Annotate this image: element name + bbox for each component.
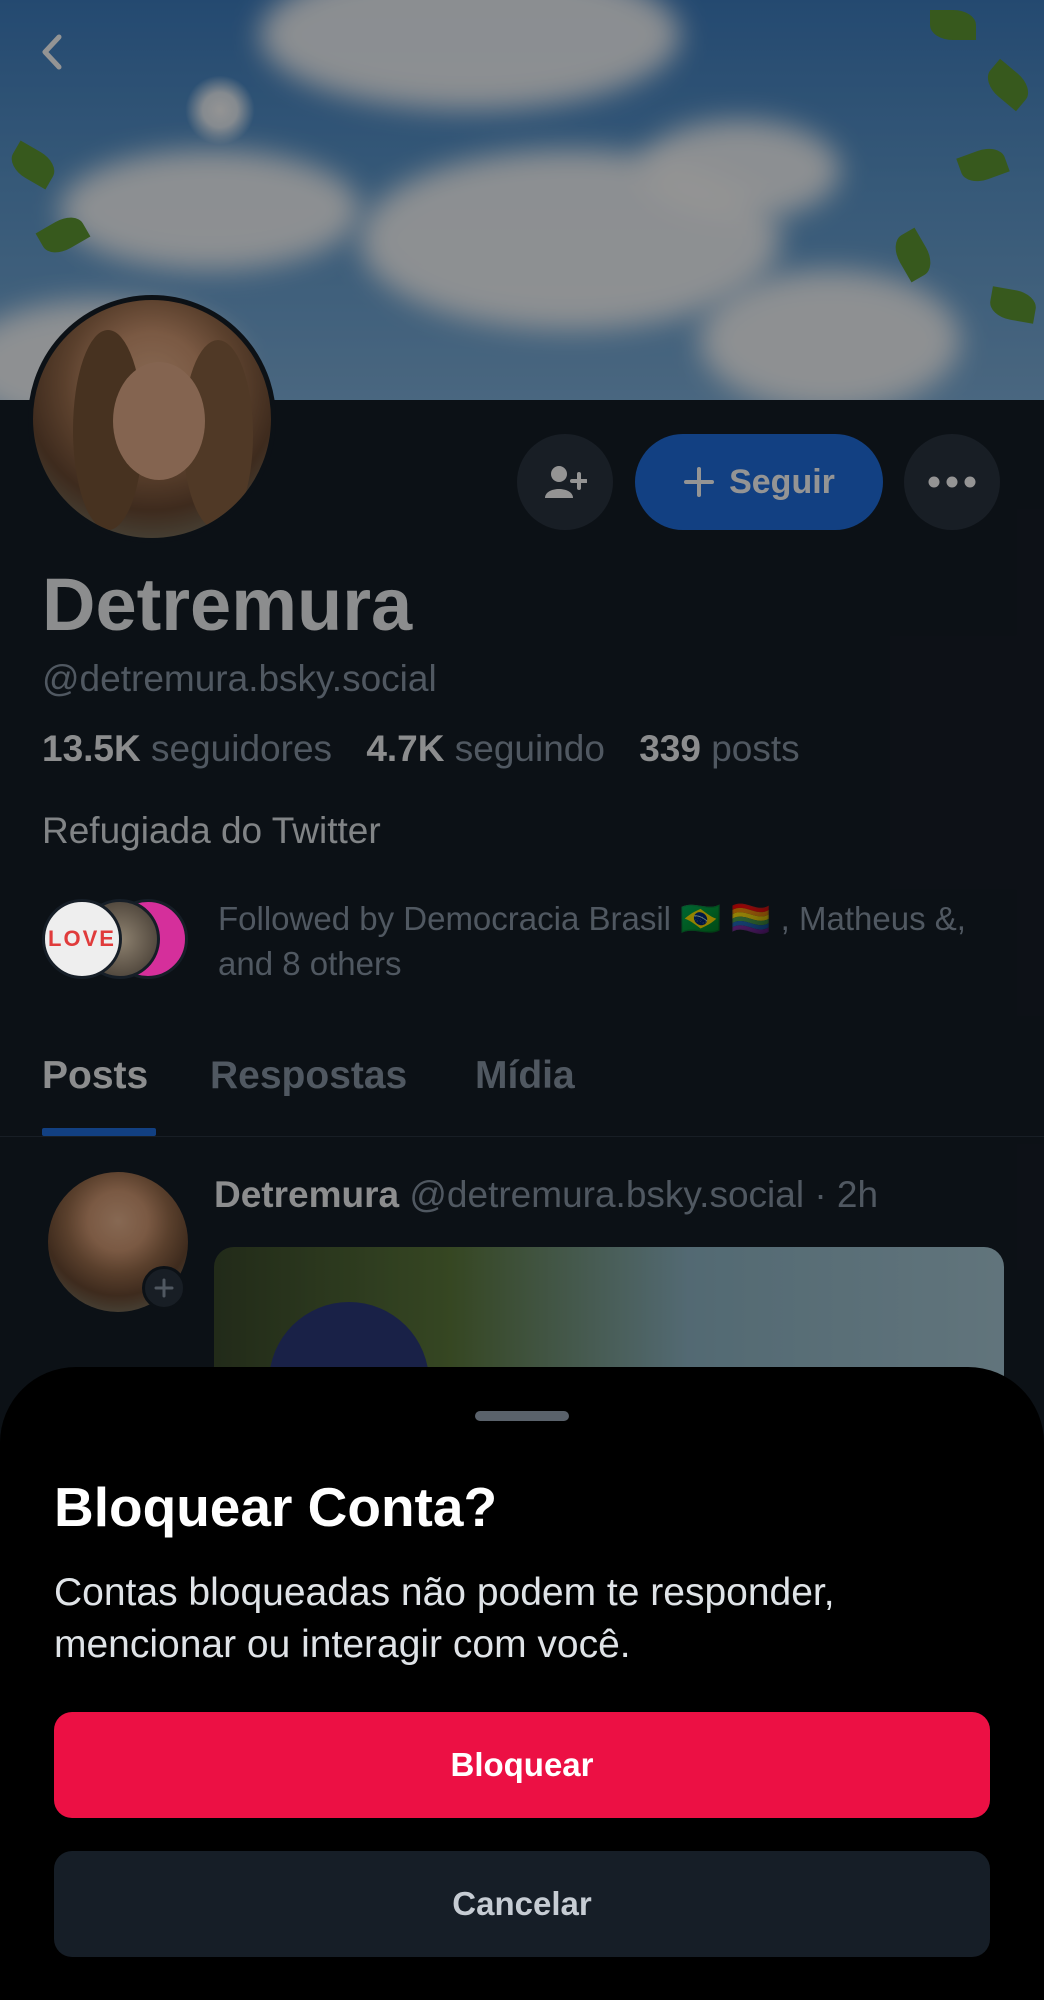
sheet-drag-handle[interactable] — [475, 1411, 569, 1421]
cancel-button[interactable]: Cancelar — [54, 1851, 990, 1957]
sheet-title: Bloquear Conta? — [54, 1476, 498, 1538]
follower-avatar-love: LOVE — [42, 899, 122, 979]
block-account-sheet: Bloquear Conta? Contas bloqueadas não po… — [0, 1367, 1044, 2000]
block-button[interactable]: Bloquear — [54, 1712, 990, 1818]
sheet-message: Contas bloqueadas não podem te responder… — [54, 1571, 835, 1666]
